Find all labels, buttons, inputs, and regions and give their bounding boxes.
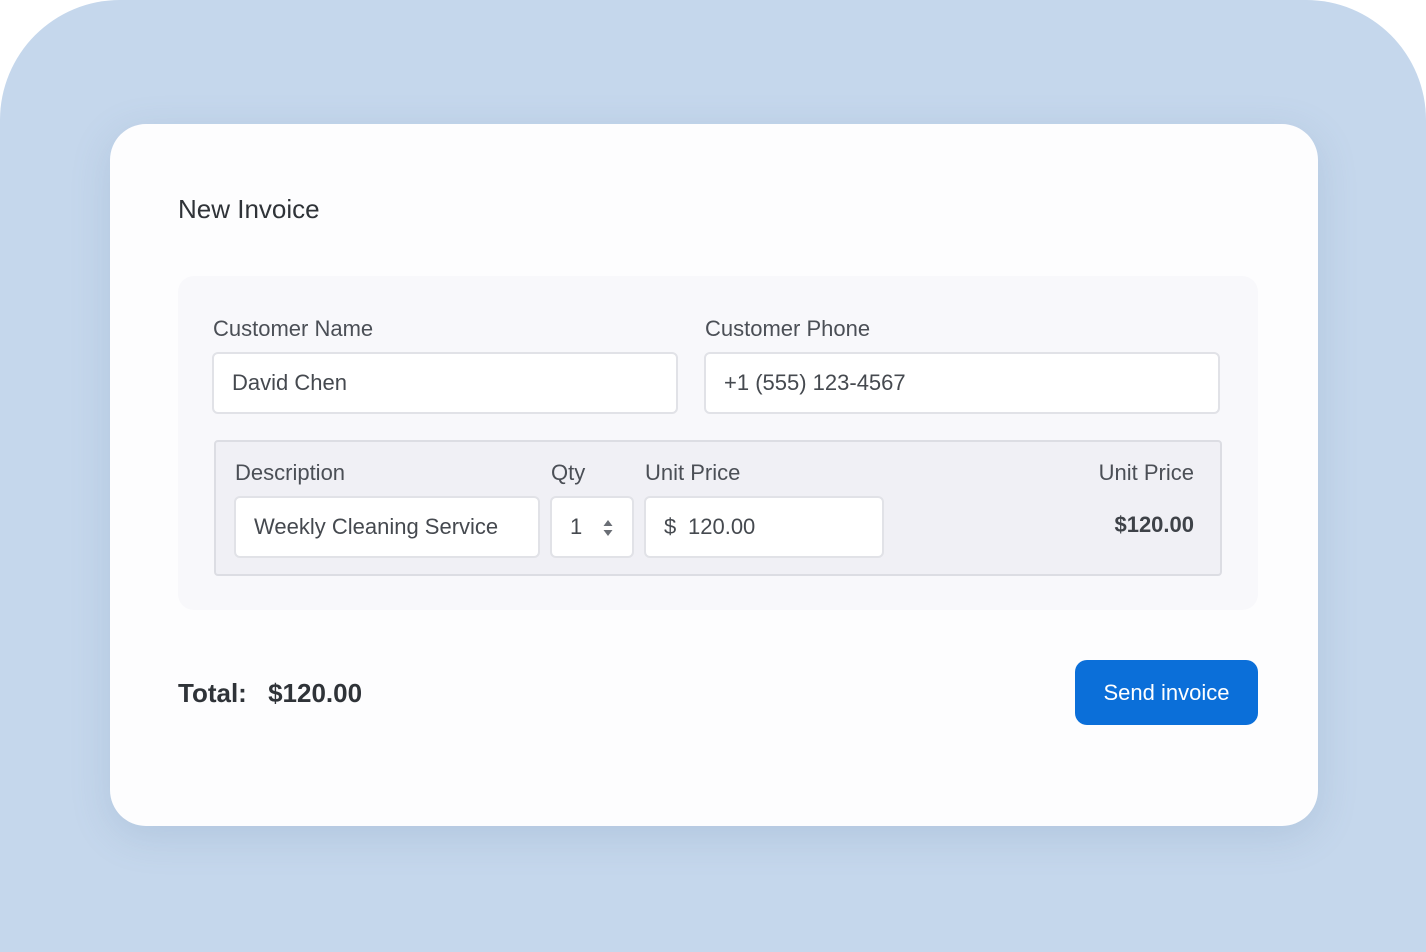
invoice-total: Total: $120.00	[178, 678, 362, 709]
customer-phone-label: Customer Phone	[705, 316, 871, 341]
currency-symbol: $	[664, 514, 677, 539]
line-total-value: $120.00	[1114, 512, 1194, 537]
qty-value: 1	[570, 514, 583, 539]
unit-price-label: Unit Price	[645, 460, 741, 485]
qty-label: Qty	[551, 460, 586, 485]
send-invoice-button[interactable]: Send invoice	[1075, 660, 1258, 725]
unit-price-field[interactable]	[686, 498, 878, 556]
customer-name-label: Customer Name	[213, 316, 374, 341]
line-item-row: Description Qty Unit Price Unit Price 1 …	[214, 440, 1222, 576]
description-field[interactable]	[234, 496, 540, 558]
invoice-card: New Invoice Customer Name Customer Phone…	[110, 124, 1318, 826]
line-total-label: Unit Price	[1098, 460, 1194, 485]
description-label: Description	[235, 460, 346, 485]
stepper-arrows-icon[interactable]	[602, 518, 614, 538]
page-title: New Invoice	[178, 194, 320, 224]
total-label: Total:	[178, 678, 247, 708]
total-value: $120.00	[268, 678, 363, 708]
quantity-stepper[interactable]: 1	[550, 496, 634, 558]
customer-phone-field[interactable]	[704, 352, 1220, 414]
invoice-form-panel: Customer Name Customer Phone Description…	[178, 276, 1258, 610]
customer-name-field[interactable]	[212, 352, 678, 414]
unit-price-input-group: $	[644, 496, 884, 558]
